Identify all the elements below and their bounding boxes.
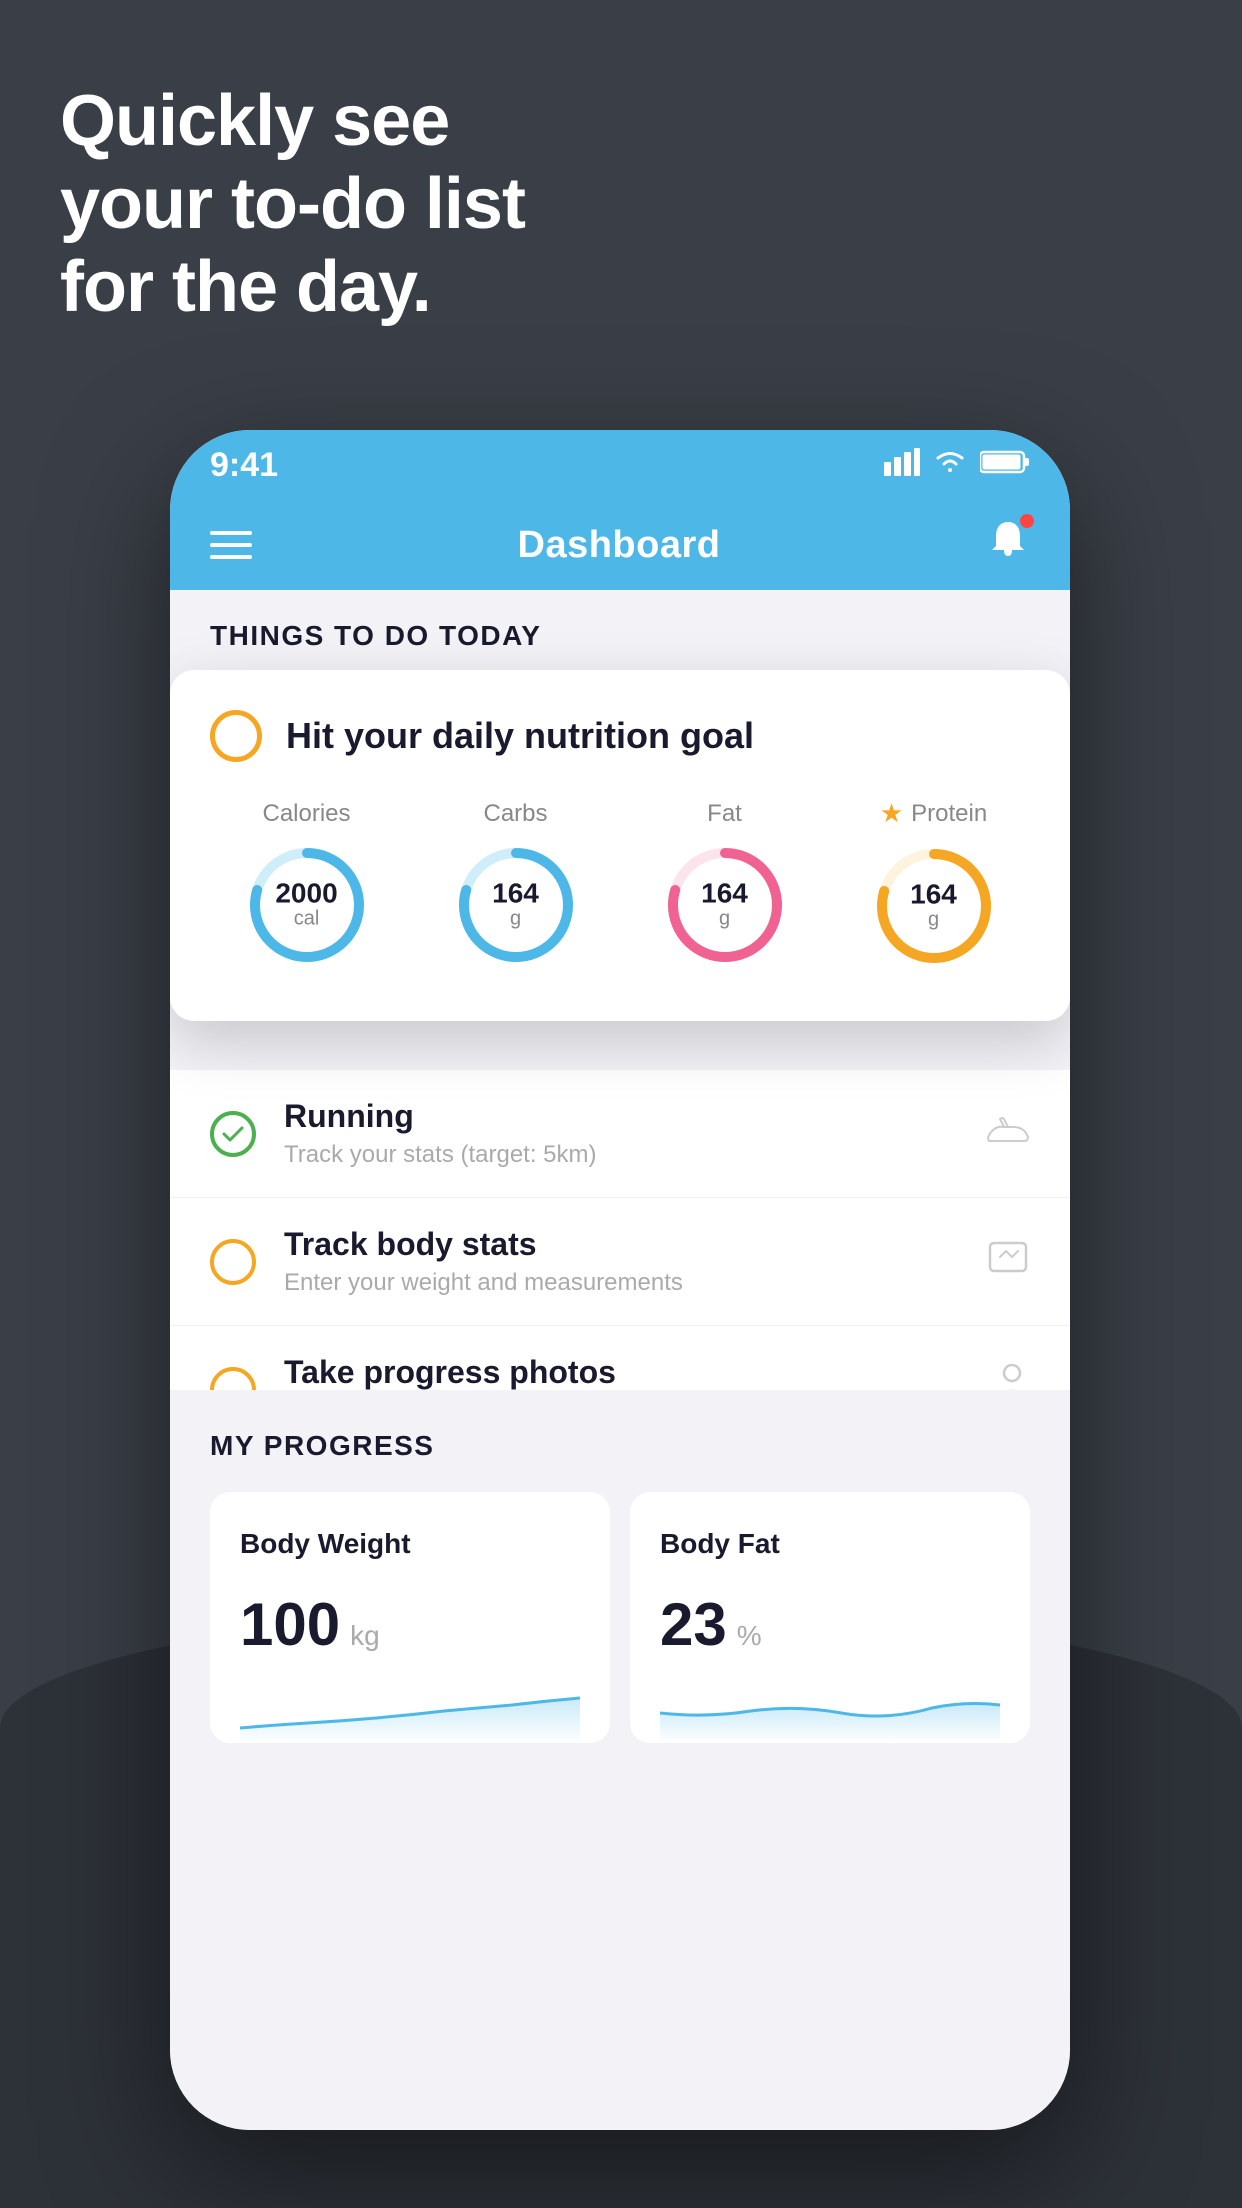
nutrition-grid: Calories 2000 cal Carbs: [210, 798, 1030, 971]
section-header-text: THINGS TO DO TODAY: [210, 620, 541, 651]
battery-icon: [980, 448, 1030, 483]
calories-ring: 2000 cal: [242, 840, 372, 970]
star-icon: ★: [880, 798, 903, 829]
protein-label: Protein: [911, 800, 987, 828]
hamburger-line: [210, 543, 252, 547]
nutrition-protein: ★ Protein 164 g: [837, 798, 1030, 971]
progress-title: MY PROGRESS: [210, 1430, 1030, 1462]
scale-icon: [986, 1237, 1030, 1287]
protein-unit: g: [910, 909, 957, 932]
body-fat-value-row: 23 %: [660, 1590, 1000, 1659]
fat-value: 164: [701, 879, 748, 907]
status-time: 9:41: [210, 446, 278, 485]
body-stats-text: Track body stats Enter your weight and m…: [284, 1226, 958, 1297]
body-weight-chart: [240, 1683, 580, 1743]
carbs-value: 164: [492, 879, 539, 907]
hero-text: Quickly see your to-do list for the day.: [60, 80, 525, 328]
body-fat-unit: %: [737, 1620, 762, 1652]
status-bar: 9:41: [170, 430, 1070, 500]
body-fat-chart: [660, 1683, 1000, 1743]
fat-ring: 164 g: [660, 840, 790, 970]
card-title: Hit your daily nutrition goal: [286, 715, 754, 757]
nutrition-carbs: Carbs 164 g: [419, 800, 612, 970]
protein-value: 164: [910, 881, 957, 909]
hamburger-menu[interactable]: [210, 531, 252, 559]
hero-line1: Quickly see: [60, 80, 525, 163]
calories-unit: cal: [275, 907, 337, 930]
protein-ring: 164 g: [869, 841, 999, 971]
wifi-icon: [932, 448, 968, 483]
notification-bell[interactable]: [986, 518, 1030, 572]
signal-icon: [884, 448, 920, 483]
body-stats-subtitle: Enter your weight and measurements: [284, 1269, 958, 1297]
hero-line2: your to-do list: [60, 163, 525, 246]
calories-value: 2000: [275, 879, 337, 907]
nav-bar: Dashboard: [170, 500, 1070, 590]
nutrition-fat: Fat 164 g: [628, 800, 821, 970]
hero-line3: for the day.: [60, 246, 525, 329]
status-icons: [884, 448, 1030, 483]
carbs-unit: g: [492, 907, 539, 930]
body-weight-card-title: Body Weight: [240, 1528, 580, 1560]
hamburger-line: [210, 531, 252, 535]
fat-unit: g: [701, 907, 748, 930]
phone-mockup: 9:41: [170, 430, 1070, 2130]
running-subtitle: Track your stats (target: 5km): [284, 1141, 958, 1169]
body-fat-card-title: Body Fat: [660, 1528, 1000, 1560]
running-text: Running Track your stats (target: 5km): [284, 1098, 958, 1169]
things-to-do-header: THINGS TO DO TODAY: [170, 590, 1070, 672]
protein-label-row: ★ Protein: [880, 798, 987, 829]
body-stats-check-circle[interactable]: [210, 1239, 256, 1285]
nav-title: Dashboard: [518, 524, 721, 567]
carbs-label: Carbs: [483, 800, 547, 828]
shoe-icon: [986, 1111, 1030, 1157]
todo-item-running[interactable]: Running Track your stats (target: 5km): [170, 1070, 1070, 1198]
task-check-circle[interactable]: [210, 710, 262, 762]
nutrition-calories: Calories 2000 cal: [210, 800, 403, 970]
nutrition-card[interactable]: Hit your daily nutrition goal Calories 2…: [170, 670, 1070, 1021]
body-fat-number: 23: [660, 1590, 727, 1659]
phone-content: THINGS TO DO TODAY Hit your daily nutrit…: [170, 590, 1070, 2130]
calories-label: Calories: [262, 800, 350, 828]
todo-item-body-stats[interactable]: Track body stats Enter your weight and m…: [170, 1198, 1070, 1326]
photos-title: Take progress photos: [284, 1354, 966, 1391]
progress-section: MY PROGRESS Body Weight 100 kg: [170, 1390, 1070, 1743]
body-weight-card[interactable]: Body Weight 100 kg: [210, 1492, 610, 1743]
fat-label: Fat: [707, 800, 742, 828]
progress-cards: Body Weight 100 kg: [210, 1492, 1030, 1743]
card-title-row: Hit your daily nutrition goal: [210, 710, 1030, 762]
running-check-circle[interactable]: [210, 1111, 256, 1157]
running-title: Running: [284, 1098, 958, 1135]
carbs-ring: 164 g: [451, 840, 581, 970]
body-weight-value-row: 100 kg: [240, 1590, 580, 1659]
body-weight-number: 100: [240, 1590, 340, 1659]
notification-dot: [1020, 514, 1034, 528]
body-stats-title: Track body stats: [284, 1226, 958, 1263]
hamburger-line: [210, 555, 252, 559]
body-weight-unit: kg: [350, 1620, 380, 1652]
body-fat-card[interactable]: Body Fat 23 %: [630, 1492, 1030, 1743]
